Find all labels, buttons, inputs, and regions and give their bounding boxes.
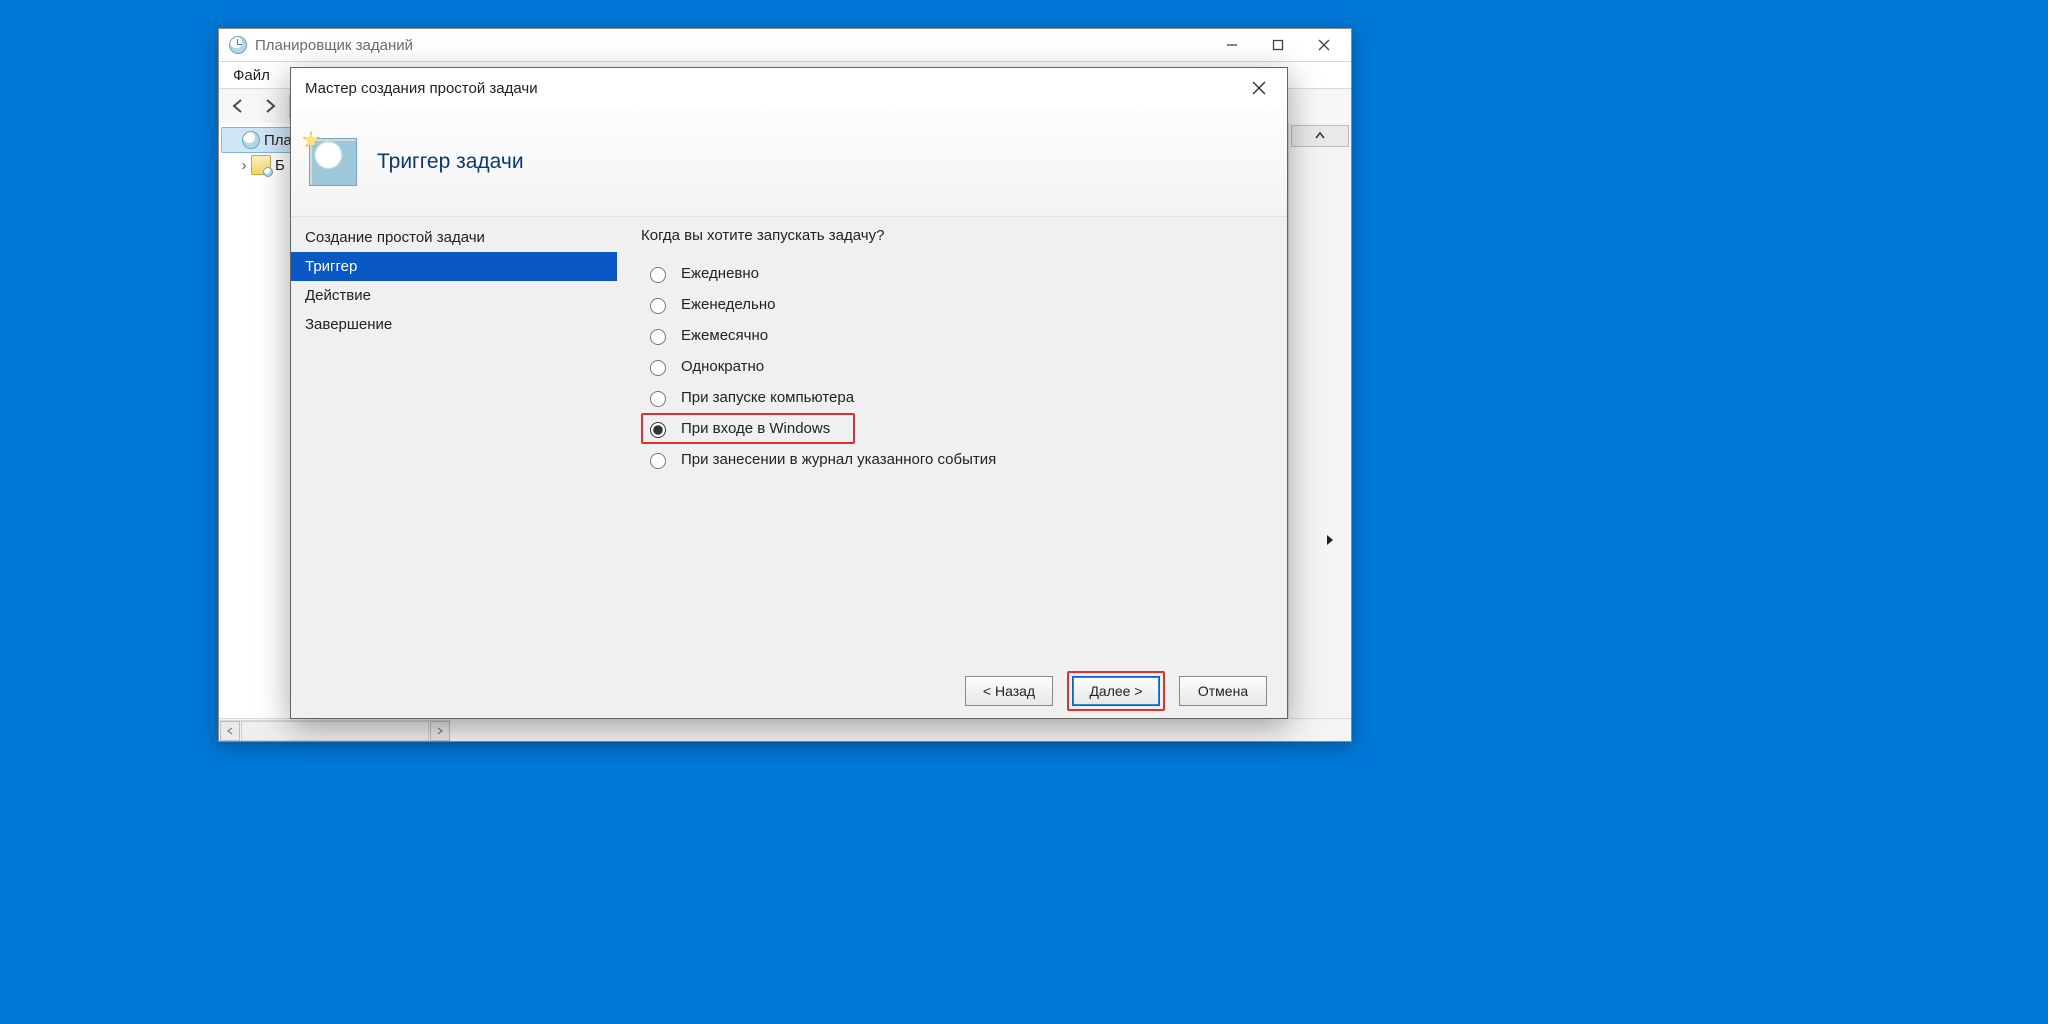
radio-event-input[interactable]	[650, 453, 666, 469]
step-trigger[interactable]: Триггер	[291, 252, 617, 281]
next-button[interactable]: Далее >	[1072, 676, 1160, 706]
folder-icon	[251, 155, 271, 175]
scroll-track[interactable]	[241, 721, 429, 741]
radio-logon-label: При входе в Windows	[681, 420, 830, 437]
radio-weekly-input[interactable]	[650, 298, 666, 314]
actions-pane	[1288, 123, 1351, 719]
tree-hscroll[interactable]	[219, 720, 451, 741]
wizard-steps: Создание простой задачи Триггер Действие…	[291, 217, 617, 664]
trigger-options: Когда вы хотите запускать задачу? Ежедне…	[617, 217, 1287, 664]
close-button[interactable]	[1239, 73, 1279, 103]
scroll-up-button[interactable]	[1291, 125, 1349, 147]
titlebar[interactable]: Планировщик заданий	[219, 29, 1351, 62]
chevron-right-icon[interactable]	[1325, 533, 1335, 550]
wizard-header: Триггер задачи	[291, 108, 1287, 217]
wizard-icon	[309, 138, 357, 186]
radio-weekly-label: Еженедельно	[681, 296, 775, 313]
menu-file[interactable]: Файл	[225, 67, 278, 84]
step-action[interactable]: Действие	[291, 281, 617, 310]
back-button[interactable]: < Назад	[965, 676, 1053, 706]
cancel-button[interactable]: Отмена	[1179, 676, 1267, 706]
nav-forward-button[interactable]	[255, 91, 285, 121]
scroll-left-icon[interactable]	[220, 721, 240, 741]
nav-back-button[interactable]	[223, 91, 253, 121]
radio-event[interactable]: При занесении в журнал указанного событи…	[641, 444, 1267, 475]
wizard-body: Создание простой задачи Триггер Действие…	[291, 216, 1287, 664]
step-create[interactable]: Создание простой задачи	[291, 223, 617, 252]
clock-icon	[229, 36, 247, 54]
statusbar	[219, 718, 1351, 741]
trigger-question: Когда вы хотите запускать задачу?	[641, 227, 1267, 244]
maximize-button[interactable]	[1255, 30, 1301, 60]
radio-logon[interactable]: При входе в Windows	[641, 413, 855, 444]
radio-startup[interactable]: При запуске компьютера	[641, 382, 1267, 413]
tree-lib-label: Б	[275, 157, 285, 174]
radio-event-label: При занесении в журнал указанного событи…	[681, 451, 996, 468]
radio-monthly[interactable]: Ежемесячно	[641, 320, 1267, 351]
radio-weekly[interactable]: Еженедельно	[641, 289, 1267, 320]
radio-daily-input[interactable]	[650, 267, 666, 283]
window-title: Планировщик заданий	[255, 37, 413, 54]
minimize-button[interactable]	[1209, 30, 1255, 60]
next-button-highlight: Далее >	[1067, 671, 1165, 711]
radio-once-label: Однократно	[681, 358, 764, 375]
radio-startup-label: При запуске компьютера	[681, 389, 854, 406]
radio-daily[interactable]: Ежедневно	[641, 258, 1267, 289]
radio-daily-label: Ежедневно	[681, 265, 759, 282]
close-button[interactable]	[1301, 30, 1347, 60]
wizard-titlebar[interactable]: Мастер создания простой задачи	[291, 68, 1287, 108]
clock-icon	[242, 131, 260, 149]
step-finish[interactable]: Завершение	[291, 310, 617, 339]
wizard-title: Мастер создания простой задачи	[305, 80, 538, 97]
expander-icon[interactable]: ›	[237, 157, 251, 174]
radio-startup-input[interactable]	[650, 391, 666, 407]
create-task-wizard: Мастер создания простой задачи Триггер з…	[290, 67, 1288, 719]
radio-logon-input[interactable]	[650, 422, 666, 438]
radio-monthly-input[interactable]	[650, 329, 666, 345]
wizard-footer: < Назад Далее > Отмена	[291, 664, 1287, 718]
wizard-page-title: Триггер задачи	[377, 150, 524, 174]
scroll-right-icon[interactable]	[430, 721, 450, 741]
radio-monthly-label: Ежемесячно	[681, 327, 768, 344]
radio-once-input[interactable]	[650, 360, 666, 376]
radio-once[interactable]: Однократно	[641, 351, 1267, 382]
